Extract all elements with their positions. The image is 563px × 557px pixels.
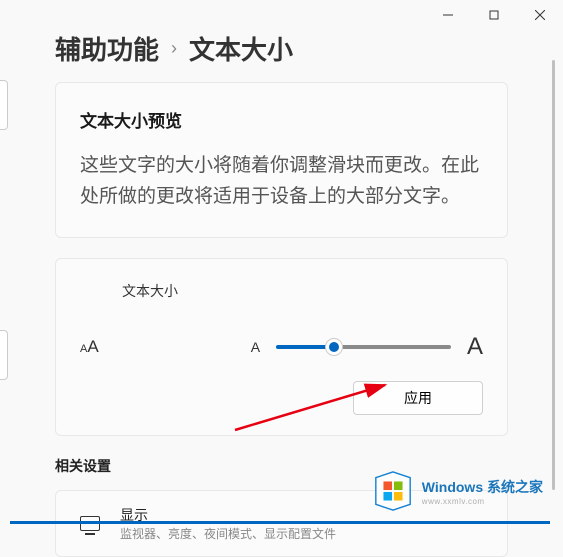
maximize-button[interactable]	[471, 0, 517, 30]
windows-logo-icon	[372, 470, 414, 512]
breadcrumb-current: 文本大小	[189, 30, 293, 67]
close-button[interactable]	[517, 0, 563, 30]
minimize-button[interactable]	[425, 0, 471, 30]
slider-thumb[interactable]	[325, 338, 343, 356]
apply-button[interactable]: 应用	[353, 381, 483, 415]
window-titlebar	[0, 0, 563, 30]
slider-min-label: A	[251, 339, 260, 355]
slider-label: 文本大小	[122, 281, 483, 301]
preview-card: 文本大小预览 这些文字的大小将随着你调整滑块而更改。在此处所做的更改将适用于设备…	[55, 82, 508, 238]
preview-title: 文本大小预览	[80, 107, 483, 132]
related-item-subtitle: 监视器、亮度、夜间模式、显示配置文件	[120, 525, 336, 542]
watermark-brand: Windows 系统之家	[422, 477, 543, 497]
breadcrumb-parent[interactable]: 辅助功能	[55, 30, 159, 67]
watermark: Windows 系统之家 www.xxmlv.com	[372, 470, 543, 512]
chevron-right-icon: ›	[171, 38, 177, 59]
text-size-slider[interactable]	[276, 345, 451, 349]
watermark-url: www.xxmlv.com	[422, 497, 543, 506]
breadcrumb: 辅助功能 › 文本大小	[0, 30, 563, 82]
scrollbar[interactable]	[552, 60, 555, 490]
slider-max-label: A	[467, 333, 483, 361]
text-size-icon: A A	[80, 337, 99, 357]
text-size-card: 文本大小 A A A A 应用	[55, 258, 508, 436]
preview-text: 这些文字的大小将随着你调整滑块而更改。在此处所做的更改将适用于设备上的大部分文字…	[80, 150, 483, 213]
slider-row: A A A A	[80, 333, 483, 361]
